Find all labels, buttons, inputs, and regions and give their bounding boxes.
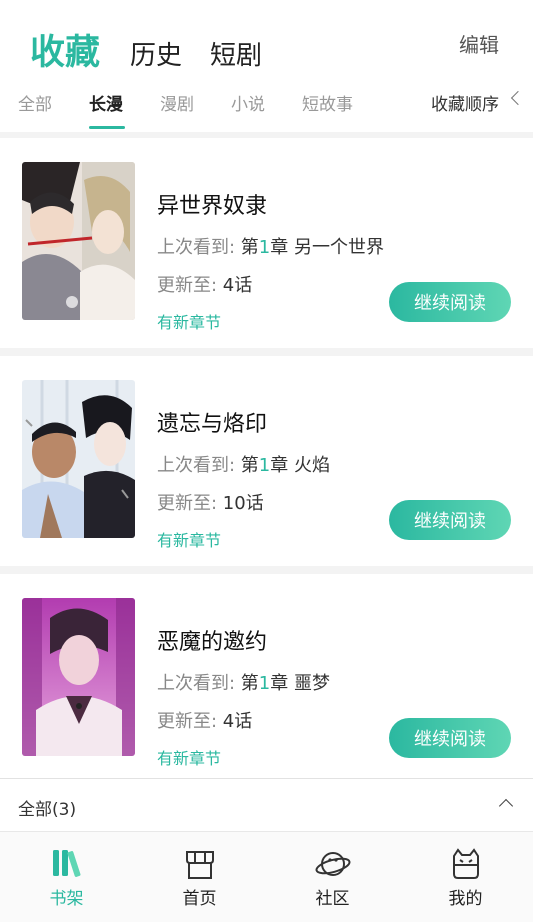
list-item[interactable]: 遗忘与烙印 上次看到: 第1章 火焰 更新至: 10话 有新章节 继续阅读 (0, 356, 533, 566)
category-tabs: 全部 长漫 漫剧 小说 短故事 收藏顺序 (0, 88, 533, 132)
tab-favorites[interactable]: 收藏 (30, 24, 100, 75)
new-chapter-badge: 有新章节 (157, 531, 222, 550)
tab-history[interactable]: 历史 (130, 35, 182, 72)
last-read-prefix: 上次看到: (157, 455, 241, 476)
category-tab-comic-drama[interactable]: 漫剧 (160, 90, 194, 115)
tab-short-drama[interactable]: 短剧 (210, 35, 262, 72)
comic-title[interactable]: 恶魔的邀约 (157, 624, 267, 656)
chapter-name: 章 另一个世界 (270, 237, 384, 258)
main-tabs: 收藏 历史 短剧 (30, 24, 290, 75)
chevron-up-icon[interactable] (498, 798, 514, 814)
update-info: 更新至: 4话 (157, 707, 252, 733)
continue-reading-button[interactable]: 继续阅读 (389, 500, 511, 540)
nav-label: 首页 (182, 889, 217, 909)
planet-icon (315, 852, 351, 876)
update-prefix: 更新至: (157, 493, 223, 514)
last-read-info: 上次看到: 第1章 另一个世界 (157, 233, 384, 259)
list-item[interactable]: 恶魔的邀约 上次看到: 第1章 噩梦 更新至: 4话 有新章节 继续阅读 (0, 574, 533, 784)
filter-label: 全部(3) (18, 800, 77, 820)
nav-bookshelf[interactable]: 书架 (0, 832, 133, 922)
chapter-prefix: 第 (240, 237, 259, 258)
comic-title[interactable]: 异世界奴隶 (157, 188, 267, 220)
new-chapter-badge: 有新章节 (157, 749, 222, 768)
nav-label: 书架 (49, 889, 84, 909)
nav-label: 社区 (315, 889, 350, 909)
category-tab-short-story[interactable]: 短故事 (302, 90, 353, 115)
chapter-prefix: 第 (240, 455, 259, 476)
header: 收藏 历史 短剧 编辑 全部 长漫 漫剧 小说 短故事 收藏顺序 (0, 0, 533, 132)
chapter-prefix: 第 (240, 673, 259, 694)
last-read-prefix: 上次看到: (157, 237, 241, 258)
continue-reading-button[interactable]: 继续阅读 (389, 718, 511, 758)
edit-button[interactable]: 编辑 (459, 29, 499, 58)
comic-cover[interactable] (22, 162, 135, 320)
comic-title[interactable]: 遗忘与烙印 (157, 406, 267, 438)
nav-home[interactable]: 首页 (133, 832, 266, 922)
new-chapter-badge: 有新章节 (157, 313, 222, 332)
category-tab-novel[interactable]: 小说 (231, 90, 265, 115)
update-value: 10话 (222, 493, 264, 514)
last-read-prefix: 上次看到: (157, 673, 241, 694)
comic-cover[interactable] (22, 598, 135, 756)
chapter-name: 章 火焰 (270, 455, 330, 476)
category-tab-all[interactable]: 全部 (18, 90, 52, 115)
active-tab-indicator (89, 126, 125, 129)
last-read-info: 上次看到: 第1章 噩梦 (157, 669, 330, 695)
chevron-left-icon[interactable] (510, 90, 526, 106)
category-tab-long-comic[interactable]: 长漫 (89, 90, 123, 115)
nav-community[interactable]: 社区 (266, 832, 399, 922)
chapter-number: 1 (258, 237, 271, 258)
nav-label: 我的 (448, 889, 483, 909)
cover-art-2 (22, 380, 135, 538)
update-value: 4话 (222, 711, 253, 732)
update-info: 更新至: 10话 (157, 489, 264, 515)
store-icon (186, 851, 214, 879)
nav-profile[interactable]: 我的 (399, 832, 532, 922)
cover-art-1 (22, 162, 135, 320)
update-value: 4话 (222, 275, 253, 296)
sort-order-button[interactable]: 收藏顺序 (431, 90, 499, 115)
continue-reading-button[interactable]: 继续阅读 (389, 282, 511, 322)
update-prefix: 更新至: (157, 711, 223, 732)
bookshelf-icon (53, 850, 81, 877)
chapter-number: 1 (258, 673, 271, 694)
list-item[interactable]: 异世界奴隶 上次看到: 第1章 另一个世界 更新至: 4话 有新章节 继续阅读 (0, 138, 533, 348)
filter-bar[interactable]: 全部(3) (0, 778, 533, 831)
favorites-list: 异世界奴隶 上次看到: 第1章 另一个世界 更新至: 4话 有新章节 继续阅读 (0, 132, 533, 784)
cover-art-3 (22, 598, 135, 756)
chapter-number: 1 (258, 455, 271, 476)
bottom-nav: 书架 首页 社区 我的 (0, 831, 533, 922)
chapter-name: 章 噩梦 (270, 673, 330, 694)
comic-cover[interactable] (22, 380, 135, 538)
update-prefix: 更新至: (157, 275, 223, 296)
cat-face-icon (453, 848, 479, 879)
last-read-info: 上次看到: 第1章 火焰 (157, 451, 330, 477)
update-info: 更新至: 4话 (157, 271, 252, 297)
